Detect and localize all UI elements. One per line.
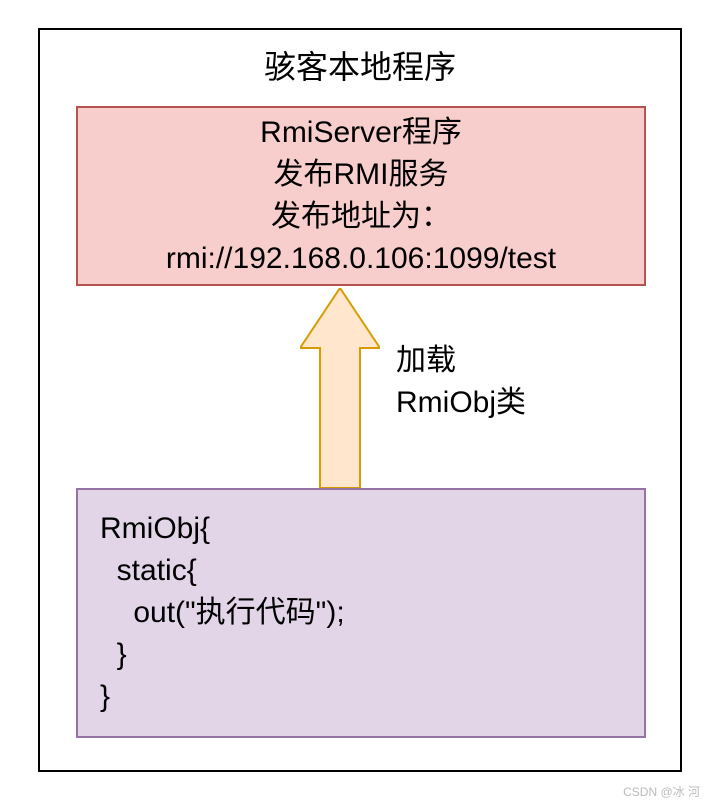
rmi-obj-code-box: RmiObj{ static{ out("执行代码"); } } — [76, 488, 646, 738]
diagram-title: 骇客本地程序 — [40, 30, 680, 88]
arrow-label-line-1: 加载 — [396, 340, 526, 382]
diagram-container: 骇客本地程序 RmiServer程序 发布RMI服务 发布地址为： rmi://… — [38, 28, 682, 772]
arrow-label: 加载 RmiObj类 — [396, 340, 526, 424]
server-line-1: RmiServer程序 — [260, 112, 462, 154]
server-line-4: rmi://192.168.0.106:1099/test — [166, 238, 556, 280]
arrow-label-line-2: RmiObj类 — [396, 382, 526, 424]
watermark: CSDN @冰 河 — [623, 783, 700, 800]
arrow-up-icon — [300, 288, 380, 488]
arrow-polygon — [300, 288, 380, 488]
load-arrow — [300, 288, 380, 488]
server-line-2: 发布RMI服务 — [274, 154, 449, 196]
server-line-3: 发布地址为： — [271, 196, 451, 238]
rmi-server-box: RmiServer程序 发布RMI服务 发布地址为： rmi://192.168… — [76, 106, 646, 286]
